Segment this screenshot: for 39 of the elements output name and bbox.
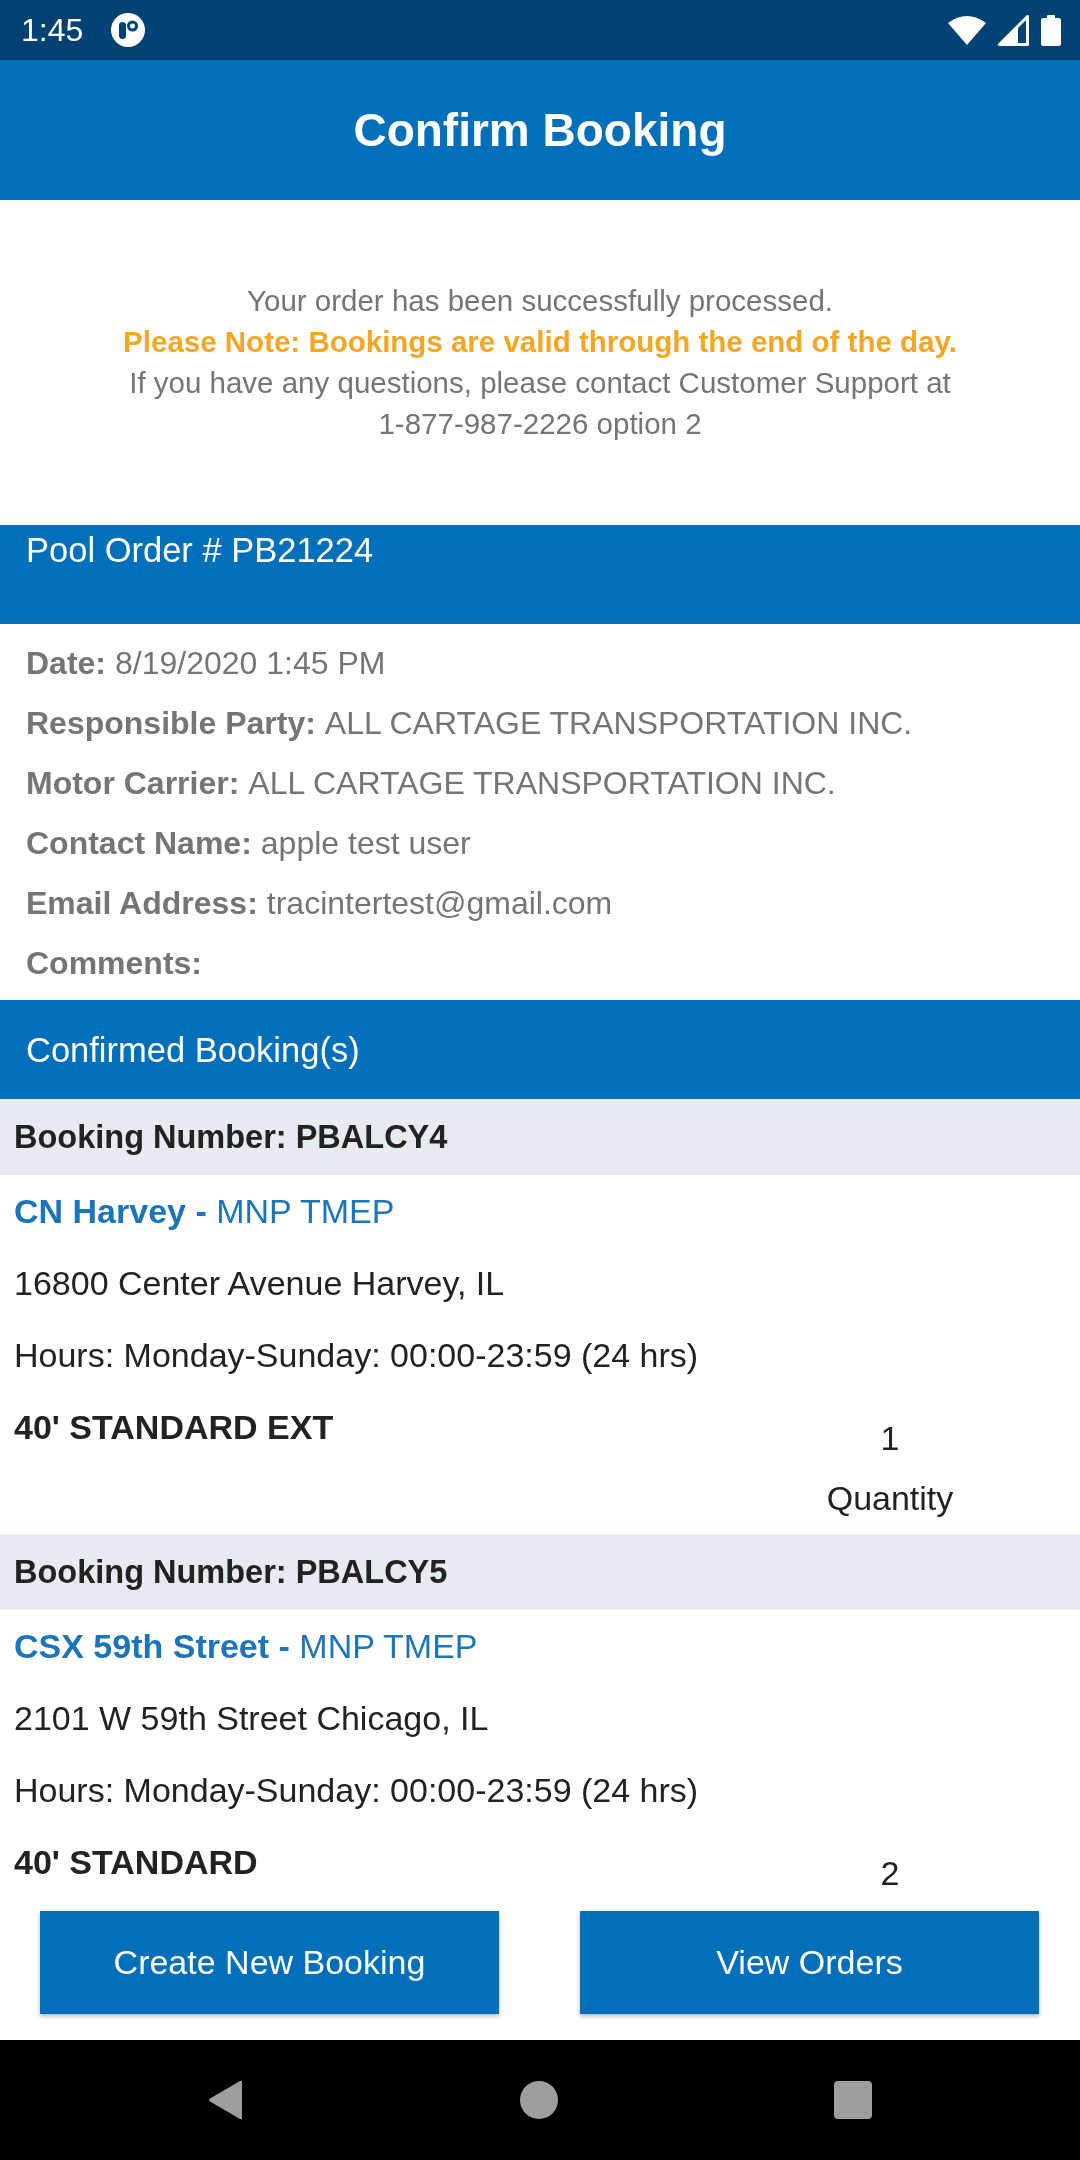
field-label: Comments: <box>26 944 202 982</box>
field-label: Contact Name: <box>26 824 252 862</box>
status-time: 1:45 <box>21 11 84 50</box>
page-title: Confirm Booking <box>353 103 727 158</box>
booking-number: Booking Number: PBALCY4 <box>0 1099 1080 1175</box>
field-label: Responsible Party: <box>26 704 316 742</box>
battery-icon <box>1041 14 1061 46</box>
terminal-address: 2101 W 59th Street Chicago, IL <box>14 1698 489 1738</box>
container-type: 40' STANDARD EXT <box>14 1407 334 1447</box>
terminal-address: 16800 Center Avenue Harvey, IL <box>14 1263 505 1303</box>
app-notification-icon <box>111 13 146 47</box>
field-value: ALL CARTAGE TRANSPORTATION INC. <box>248 764 836 802</box>
quantity-value: 1 <box>880 1418 900 1459</box>
terminal-link[interactable]: CN Harvey - MNP TMEP <box>14 1191 395 1231</box>
field-value: tracintertest@gmail.com <box>266 884 613 922</box>
field-label: Motor Carrier: <box>26 764 240 802</box>
back-icon[interactable] <box>207 2080 244 2120</box>
terminal-hours: Hours: Monday-Sunday: 00:00-23:59 (24 hrs) <box>14 1335 699 1375</box>
booking-number: Booking Number: PBALCY5 <box>0 1534 1080 1610</box>
quantity-value: 2 <box>880 1853 900 1894</box>
terminal-hours: Hours: Monday-Sunday: 00:00-23:59 (24 hrs) <box>14 1770 699 1810</box>
home-icon[interactable] <box>520 2081 558 2119</box>
wifi-icon <box>948 15 986 45</box>
order-title: Pool Order # PB21224 <box>26 530 374 571</box>
action-button[interactable]: View Orders <box>580 1911 1039 2014</box>
note-text: Please Note: Bookings are valid through the end of the day. <box>123 324 957 360</box>
action-button[interactable]: Create New Booking <box>40 1911 499 2014</box>
field-label: Date: <box>26 644 106 682</box>
field-label: Email Address: <box>26 884 258 922</box>
message-text: Your order has been successfully processed. <box>247 283 833 319</box>
field-value: ALL CARTAGE TRANSPORTATION INC. <box>324 704 913 742</box>
field-value: apple test user <box>260 824 471 862</box>
signal-icon <box>998 14 1029 46</box>
container-type: 40' STANDARD <box>14 1842 258 1882</box>
message-text: If you have any questions, please contact Customer Support at 1-877-987-2226 option 2 <box>128 365 952 442</box>
quantity-label: Quantity <box>826 1478 954 1519</box>
section-title: Confirmed Booking(s) <box>26 1029 360 1071</box>
field-value: 8/19/2020 1:45 PM <box>115 644 386 682</box>
terminal-link[interactable]: CSX 59th Street - MNP TMEP <box>14 1626 478 1666</box>
